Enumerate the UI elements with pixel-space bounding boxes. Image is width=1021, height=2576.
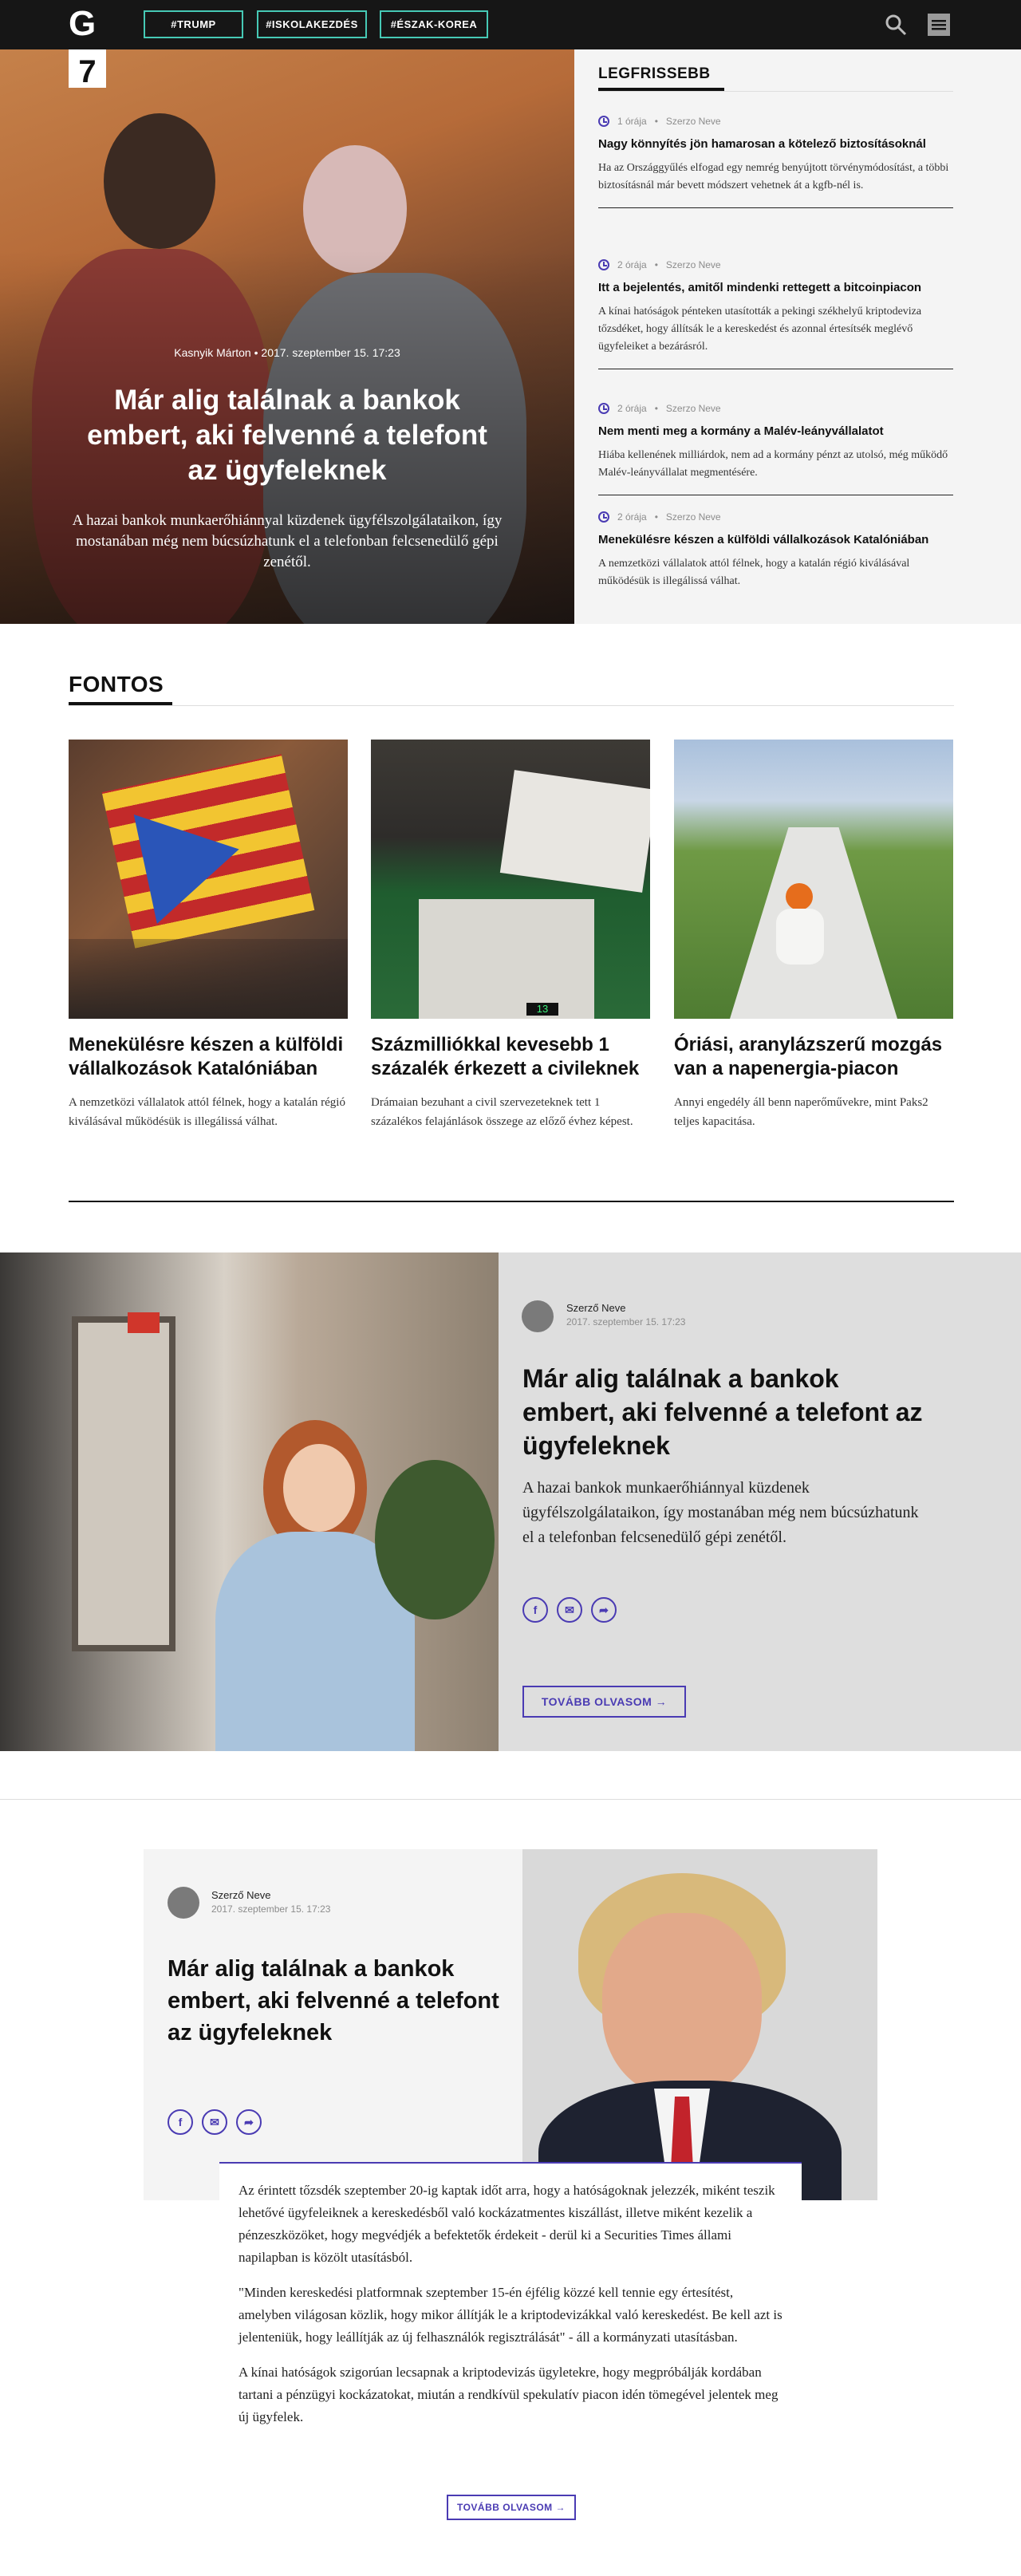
- facebook-icon[interactable]: f: [522, 1597, 548, 1623]
- facebook-icon[interactable]: f: [168, 2109, 193, 2135]
- clock-icon: [598, 403, 609, 414]
- news-item[interactable]: 2 órája • Szerzo Neve Menekülésre készen a…: [598, 511, 953, 590]
- worker-body: [776, 909, 824, 965]
- avatar: [168, 1887, 199, 1919]
- feature-image[interactable]: [0, 1252, 499, 1751]
- hero-meta: Kasnyik Márton • 2017. szeptember 15. 17…: [174, 346, 400, 359]
- card-image-ballot[interactable]: 13: [371, 740, 650, 1019]
- section-divider: [69, 1201, 954, 1202]
- clock-icon: [598, 116, 609, 127]
- news-divider: [598, 207, 953, 208]
- paper-shape: [499, 770, 650, 893]
- card-lead: Drámaian bezuhant a civil szervezeteknek…: [371, 1096, 633, 1128]
- card-title[interactable]: Óriási, aranylázszerű mozgás van a napen…: [674, 1033, 953, 1081]
- news-lead: Hiába kellenének milliárdok, nem ad a ko…: [598, 449, 948, 479]
- top-nav: G #TRUMP #ISKOLAKEZDÉS #ÉSZAK-KOREA: [0, 0, 1021, 49]
- search-icon[interactable]: [884, 13, 908, 37]
- card-lead: Annyi engedély áll benn naperőművekre, m…: [674, 1096, 928, 1128]
- worker-helmet: [786, 883, 813, 910]
- hero-badge: 7: [69, 49, 106, 88]
- news-item[interactable]: 2 órája • Szerzo Neve Nem menti meg a korm…: [598, 402, 953, 495]
- portrait-face: [602, 1913, 762, 2097]
- feature-date: 2017. szeptember 15. 17:23: [566, 1316, 686, 1327]
- share-icon[interactable]: ➦: [591, 1597, 617, 1623]
- important-heading: FONTOS: [69, 672, 172, 705]
- article-author[interactable]: Szerző Neve: [211, 1889, 270, 1901]
- news-title[interactable]: Nagy könnyítés jön hamarosan a kötelező …: [598, 136, 953, 153]
- article-paragraph: Az érintett tőzsdék szeptember 20-ig kap…: [238, 2183, 775, 2265]
- news-item[interactable]: 2 órája • Szerzo Neve Itt a bejelentés, am…: [598, 258, 953, 369]
- important-card[interactable]: Óriási, aranylázszerű mozgás van a napen…: [674, 740, 953, 1131]
- counter-display: 13: [526, 1003, 558, 1016]
- article-image[interactable]: [522, 1849, 877, 2200]
- email-icon[interactable]: ✉: [202, 2109, 227, 2135]
- important-card[interactable]: 13 Százmilliókkal kevesebb 1 százalék ér…: [371, 740, 650, 1131]
- read-more-button[interactable]: TOVÁBB OLVASOM →: [522, 1686, 686, 1718]
- news-lead: Ha az Országgyűlés elfogad egy nemrég be…: [598, 162, 949, 191]
- clock-icon: [598, 259, 609, 270]
- news-item[interactable]: 1 órája • Szerzo Neve Nagy könnyítés jön h…: [598, 115, 953, 208]
- hero-title[interactable]: Már alig találnak a bankok embert, aki f…: [80, 383, 495, 488]
- exit-sign: [128, 1312, 160, 1333]
- latest-heading-line: [598, 91, 953, 92]
- article-date: 2017. szeptember 15. 17:23: [211, 1903, 331, 1915]
- card-image-windfarm[interactable]: [674, 740, 953, 1019]
- site-logo[interactable]: G: [69, 6, 96, 41]
- card-image-catalonia[interactable]: [69, 740, 348, 1019]
- plant-shape: [375, 1460, 495, 1619]
- menu-icon[interactable]: [927, 13, 951, 37]
- tag-iskolakezdes[interactable]: #ISKOLAKEZDÉS: [257, 10, 367, 38]
- share-icon[interactable]: ➦: [236, 2109, 262, 2135]
- news-lead: A kínai hatóságok pénteken utasították a…: [598, 306, 922, 353]
- card-lead: A nemzetközi vállalatok attól félnek, ho…: [69, 1096, 345, 1128]
- latest-heading: LEGFRISSEBB: [598, 65, 724, 91]
- email-icon[interactable]: ✉: [557, 1597, 582, 1623]
- tag-trump[interactable]: #TRUMP: [144, 10, 243, 38]
- news-lead: A nemzetközi vállalatok attól félnek, ho…: [598, 558, 910, 587]
- news-title[interactable]: Nem menti meg a kormány a Malév-leányvál…: [598, 423, 953, 440]
- feature-lead: A hazai bankok munkaerőhiánnyal küzdenek…: [522, 1479, 919, 1546]
- woman-face: [283, 1444, 355, 1532]
- clock-icon: [598, 511, 609, 523]
- door-shape: [72, 1316, 175, 1651]
- article-paragraph: A kínai hatóságok szigorúan lecsapnak a …: [238, 2365, 779, 2424]
- news-title[interactable]: Itt a bejelentés, amitől mindenki retteg…: [598, 279, 953, 297]
- feature-section: Szerző Neve 2017. szeptember 15. 17:23 M…: [0, 1252, 1021, 1751]
- crowd-shade: [69, 939, 348, 1019]
- article-read-more-button[interactable]: TOVÁBB OLVASOM →: [447, 2495, 576, 2520]
- feature-author[interactable]: Szerző Neve: [566, 1302, 625, 1314]
- article-body: Az érintett tőzsdék szeptember 20-ig kap…: [219, 2162, 802, 2441]
- avatar: [522, 1300, 554, 1332]
- box-shape: [419, 899, 594, 1019]
- tag-eszak-korea[interactable]: #ÉSZAK-KOREA: [380, 10, 488, 38]
- card-title[interactable]: Menekülésre készen a külföldi vállalkozá…: [69, 1033, 348, 1081]
- important-heading-line: [69, 705, 954, 706]
- hero-author[interactable]: Kasnyik Márton: [174, 346, 250, 359]
- hero-lead: A hazai bankok munkaerőhiánnyal küzdenek…: [72, 512, 503, 570]
- article-title[interactable]: Már alig találnak a bankok embert, aki f…: [168, 1953, 503, 2049]
- news-title[interactable]: Menekülésre készen a külföldi vállalkozá…: [598, 531, 953, 549]
- important-card[interactable]: Menekülésre készen a külföldi vállalkozá…: [69, 740, 348, 1131]
- hero-date: 2017. szeptember 15. 17:23: [261, 346, 400, 359]
- hero-section: 7 Kasnyik Márton • 2017. szeptember 15. …: [0, 49, 1021, 624]
- article-paragraph: "Minden kereskedési platformnak szeptemb…: [238, 2285, 783, 2345]
- section-divider: [0, 1799, 1021, 1800]
- feature-title[interactable]: Már alig találnak a bankok embert, aki f…: [522, 1362, 937, 1462]
- card-title[interactable]: Százmilliókkal kevesebb 1 százalék érkez…: [371, 1033, 650, 1081]
